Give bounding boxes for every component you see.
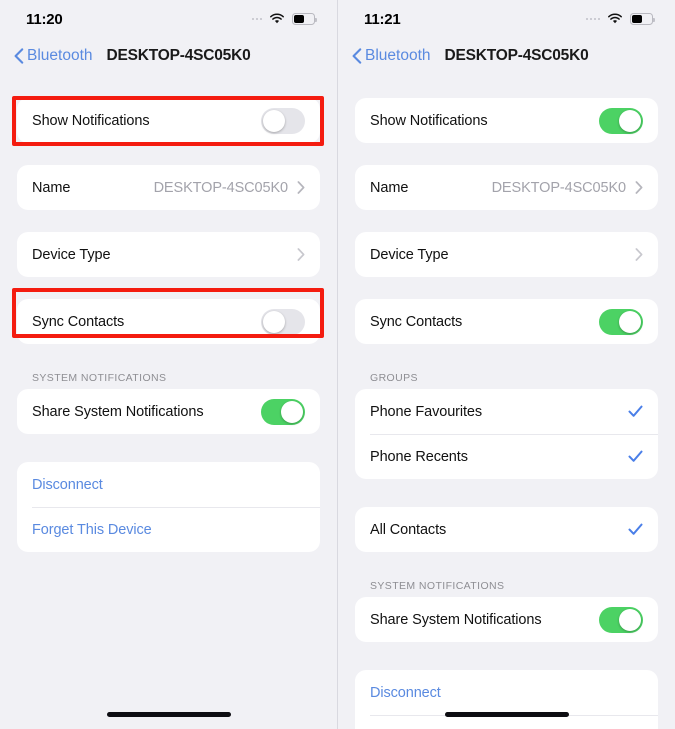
row-device-type[interactable]: Device Type [355, 232, 658, 277]
signal-dots-icon [585, 17, 600, 21]
name-label: Name [370, 179, 409, 196]
all-contacts-label: All Contacts [370, 521, 447, 538]
row-forget-device[interactable]: Forget This Device [355, 715, 658, 729]
device-type-label: Device Type [370, 246, 449, 263]
chevron-right-icon [635, 181, 643, 194]
chevron-left-icon [352, 48, 362, 64]
row-device-type[interactable]: Device Type [17, 232, 320, 277]
all-contacts-card: All Contacts [355, 507, 658, 552]
status-icons [585, 13, 655, 25]
phone-screen-left: 11:20 Bluetooth DESKTOP-4SC05K0 Show Not… [0, 0, 338, 729]
phone-favourites-label: Phone Favourites [370, 403, 483, 420]
row-phone-favourites[interactable]: Phone Favourites [355, 389, 658, 434]
show-notifications-label: Show Notifications [32, 112, 150, 129]
row-phone-recents[interactable]: Phone Recents [355, 434, 658, 479]
page-title: DESKTOP-4SC05K0 [106, 47, 251, 64]
battery-icon [630, 13, 655, 25]
dual-screenshot-comparison: 11:20 Bluetooth DESKTOP-4SC05K0 Show Not… [0, 0, 675, 729]
back-to-bluetooth-button[interactable]: Bluetooth [352, 47, 431, 65]
device-type-label: Device Type [32, 246, 111, 263]
row-disconnect[interactable]: Disconnect [355, 670, 658, 715]
chevron-right-icon [297, 181, 305, 194]
row-disconnect[interactable]: Disconnect [17, 462, 320, 507]
chevron-right-icon [297, 248, 305, 261]
show-notifications-card: Show Notifications [17, 98, 320, 143]
status-bar: 11:21 [338, 0, 675, 38]
row-name[interactable]: Name DESKTOP-4SC05K0 [17, 165, 320, 210]
status-time: 11:20 [26, 10, 63, 28]
share-system-notifications-label: Share System Notifications [32, 403, 204, 420]
share-system-notifications-card: Share System Notifications [355, 597, 658, 642]
sync-contacts-label: Sync Contacts [370, 313, 463, 330]
settings-content: Show Notifications Name DESKTOP-4SC05K0 … [0, 74, 337, 552]
signal-dots-icon [251, 17, 262, 21]
back-to-bluetooth-button[interactable]: Bluetooth [14, 47, 93, 65]
name-card: Name DESKTOP-4SC05K0 [17, 165, 320, 210]
device-type-card: Device Type [355, 232, 658, 277]
page-title: DESKTOP-4SC05K0 [444, 47, 589, 64]
share-system-notifications-toggle[interactable] [599, 606, 643, 633]
device-actions-card: Disconnect Forget This Device [355, 670, 658, 729]
checkmark-icon [628, 405, 643, 417]
phone-recents-label: Phone Recents [370, 448, 468, 465]
home-indicator [106, 712, 231, 717]
row-all-contacts[interactable]: All Contacts [355, 507, 658, 552]
checkmark-icon [628, 523, 643, 535]
system-notifications-header: SYSTEM NOTIFICATIONS [370, 580, 505, 592]
battery-icon [292, 13, 317, 25]
groups-card: Phone Favourites Phone Recents [355, 389, 658, 479]
name-value: DESKTOP-4SC05K0 [153, 179, 289, 196]
share-system-notifications-toggle[interactable] [261, 398, 305, 425]
row-share-system-notifications[interactable]: Share System Notifications [355, 597, 658, 642]
name-label: Name [32, 179, 71, 196]
row-share-system-notifications[interactable]: Share System Notifications [17, 389, 320, 434]
show-notifications-toggle[interactable] [599, 107, 643, 134]
sync-contacts-card: Sync Contacts [17, 299, 320, 344]
show-notifications-card: Show Notifications [355, 98, 658, 143]
sync-contacts-toggle[interactable] [261, 308, 305, 335]
sync-contacts-toggle[interactable] [599, 308, 643, 335]
home-indicator [444, 712, 569, 717]
navigation-bar: Bluetooth DESKTOP-4SC05K0 [0, 38, 337, 74]
name-card: Name DESKTOP-4SC05K0 [355, 165, 658, 210]
row-forget-device[interactable]: Forget This Device [17, 507, 320, 552]
show-notifications-toggle[interactable] [261, 107, 305, 134]
status-icons [251, 13, 317, 25]
wifi-icon [608, 13, 622, 24]
status-time: 11:21 [364, 10, 401, 28]
row-sync-contacts[interactable]: Sync Contacts [355, 299, 658, 344]
device-type-card: Device Type [17, 232, 320, 277]
sync-contacts-card: Sync Contacts [355, 299, 658, 344]
disconnect-label: Disconnect [370, 684, 441, 701]
wifi-icon [270, 13, 284, 24]
device-actions-card: Disconnect Forget This Device [17, 462, 320, 552]
name-value: DESKTOP-4SC05K0 [491, 179, 627, 196]
back-label: Bluetooth [365, 47, 431, 64]
row-show-notifications[interactable]: Show Notifications [355, 98, 658, 143]
system-notifications-header: SYSTEM NOTIFICATIONS [32, 372, 167, 384]
row-name[interactable]: Name DESKTOP-4SC05K0 [355, 165, 658, 210]
show-notifications-label: Show Notifications [370, 112, 488, 129]
share-system-notifications-label: Share System Notifications [370, 611, 542, 628]
share-system-notifications-card: Share System Notifications [17, 389, 320, 434]
row-show-notifications[interactable]: Show Notifications [17, 98, 320, 143]
settings-content: Show Notifications Name DESKTOP-4SC05K0 … [338, 74, 675, 729]
row-sync-contacts[interactable]: Sync Contacts [17, 299, 320, 344]
phone-screen-right: 11:21 Bluetooth DESKTOP-4SC05K0 Show Not… [338, 0, 675, 729]
back-label: Bluetooth [27, 47, 93, 64]
forget-device-label: Forget This Device [32, 521, 152, 538]
chevron-right-icon [635, 248, 643, 261]
groups-header: GROUPS [370, 372, 418, 384]
chevron-left-icon [14, 48, 24, 64]
status-bar: 11:20 [0, 0, 337, 38]
navigation-bar: Bluetooth DESKTOP-4SC05K0 [338, 38, 675, 74]
checkmark-icon [628, 450, 643, 462]
sync-contacts-label: Sync Contacts [32, 313, 125, 330]
disconnect-label: Disconnect [32, 476, 103, 493]
